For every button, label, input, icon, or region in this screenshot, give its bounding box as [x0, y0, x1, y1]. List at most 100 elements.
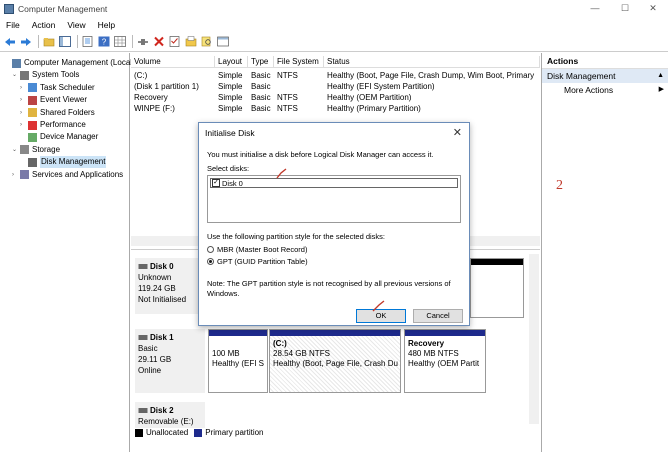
menu-view[interactable]: View [61, 20, 91, 30]
help-icon[interactable]: ? [97, 35, 110, 48]
disk-2-label[interactable]: Disk 2 Removable (E:) [135, 402, 205, 428]
tree-expander-icon[interactable]: › [20, 107, 28, 119]
partition-recovery[interactable]: Recovery 480 MB NTFS Healthy (OEM Partit [404, 329, 486, 393]
disk-1-label[interactable]: Disk 1 Basic 29.11 GB Online [135, 329, 205, 393]
disk-0-unallocated[interactable] [470, 258, 524, 318]
column-header-status[interactable]: Status [324, 56, 540, 68]
primary-partition-bar [405, 330, 485, 336]
disk-0-label[interactable]: Disk 0 Unknown 119.24 GB Not Initialised [135, 258, 205, 314]
disk-icon [138, 335, 148, 340]
volume-row[interactable]: Recovery Simple Basic NTFS Healthy (OEM Part… [131, 92, 540, 103]
properties-icon[interactable] [81, 35, 94, 48]
disk-view-vertical-scrollbar[interactable] [529, 254, 539, 424]
legend-unallocated: Unallocated [146, 428, 189, 437]
tree-expander-icon[interactable]: › [20, 94, 28, 106]
computer-management-icon [4, 3, 14, 14]
file-system-cell: NTFS [277, 104, 298, 113]
tree-expander-icon[interactable]: › [20, 119, 28, 131]
view-icon[interactable] [216, 35, 229, 48]
menu-help[interactable]: Help [92, 20, 121, 30]
tree-item-label: System Tools [32, 70, 80, 80]
more-actions[interactable]: More Actions ▶ [542, 83, 668, 97]
dialog-title-bar: Initialise Disk ✕ [199, 123, 469, 143]
submenu-arrow-icon: ▶ [658, 86, 664, 93]
legend-primary: Primary partition [205, 428, 264, 437]
disk-list-item-label: Disk 0 [222, 178, 243, 188]
dialog-close-icon[interactable]: ✕ [453, 123, 462, 143]
column-header-file-system[interactable]: File System [274, 56, 324, 68]
menu-file[interactable]: File [0, 20, 26, 30]
disk-1-name: Disk 1 [150, 333, 174, 342]
tree-item[interactable]: › Performance [20, 119, 86, 131]
primary-partition-bar [209, 330, 267, 336]
column-header-type[interactable]: Type [248, 56, 274, 68]
disk-0-checkbox[interactable]: ✓ [212, 179, 220, 187]
more-actions-label: More Actions [564, 85, 614, 95]
disk-list-item[interactable]: ✓ Disk 0 [210, 178, 458, 188]
tree-item-label: Services and Applications [32, 169, 124, 179]
up-folder-icon[interactable] [42, 35, 55, 48]
tree-item[interactable]: Computer Management (Local) [4, 57, 135, 69]
tree-item[interactable]: Device Manager [20, 131, 98, 143]
disk-list[interactable]: ✓ Disk 0 [207, 175, 461, 223]
volume-row[interactable]: (Disk 1 partition 1) Simple Basic Healthy (… [131, 81, 540, 92]
toolbar-separator [132, 35, 133, 48]
checklist-icon[interactable] [168, 35, 181, 48]
forward-arrow-icon[interactable] [19, 35, 32, 48]
partition-efi[interactable]: 100 MB Healthy (EFI S [208, 329, 268, 393]
volume-cell: Recovery [134, 93, 168, 102]
toolbar-separator [38, 35, 39, 48]
tree-item[interactable]: › Task Scheduler [20, 82, 95, 94]
mbr-radio[interactable] [207, 246, 214, 253]
grid-view-icon[interactable] [113, 35, 126, 48]
tree-item-label: Task Scheduler [40, 82, 95, 92]
tree-item[interactable]: › Shared Folders [20, 107, 95, 119]
tree-expander-icon[interactable]: › [12, 169, 20, 181]
layout-cell: Simple [218, 93, 243, 102]
minimize-button[interactable]: — [580, 0, 610, 17]
menu-action[interactable]: Action [26, 20, 62, 30]
maximize-button[interactable]: ☐ [610, 0, 640, 17]
layout-cell: Simple [218, 71, 243, 80]
column-header-volume[interactable]: Volume [131, 56, 215, 68]
gpt-option[interactable]: GPT (GUID Partition Table) [207, 257, 308, 266]
search-icon[interactable] [200, 35, 213, 48]
partition-efi-title [212, 339, 264, 349]
actions-section-disk-management[interactable]: Disk Management ▲ [542, 69, 668, 83]
device-icon [28, 132, 37, 142]
delete-icon[interactable] [152, 35, 165, 48]
back-arrow-icon[interactable] [3, 35, 16, 48]
gpt-radio[interactable] [207, 258, 214, 265]
connect-icon[interactable] [136, 35, 149, 48]
tree-item[interactable]: ⌄ System Tools [12, 69, 79, 81]
mbr-option[interactable]: MBR (Master Boot Record) [207, 245, 307, 254]
column-header-layout[interactable]: Layout [215, 56, 248, 68]
volume-row[interactable]: (C:) Simple Basic NTFS Healthy (Boot, Page F… [131, 70, 540, 81]
storage-icon [20, 145, 29, 155]
tree-item[interactable]: Disk Management [20, 156, 107, 169]
disk-1-type: Basic [138, 344, 158, 353]
tree-item[interactable]: ⌄ Storage [12, 144, 60, 156]
tools-icon [20, 70, 29, 80]
tree-expander-icon[interactable]: ⌄ [12, 144, 20, 156]
partition-c[interactable]: (C:) 28.54 GB NTFS Healthy (Boot, Page F… [269, 329, 401, 393]
annotation-check-mark [276, 168, 287, 179]
close-button[interactable]: ✕ [638, 0, 668, 17]
partition-recovery-size: 480 MB NTFS [408, 349, 459, 358]
disk-2-type: Removable (E:) [138, 417, 194, 426]
clock-icon [28, 83, 37, 93]
console-tree-icon[interactable] [58, 35, 71, 48]
cancel-button[interactable]: Cancel [413, 309, 463, 323]
tree-expander-icon[interactable]: › [20, 82, 28, 94]
tree-item[interactable]: › Services and Applications [12, 169, 123, 181]
volume-row[interactable]: WINPE (F:) Simple Basic NTFS Healthy (Primar… [131, 103, 540, 114]
folder-icon[interactable] [184, 35, 197, 48]
select-disks-label: Select disks: [207, 164, 250, 173]
event-icon [28, 95, 37, 105]
menu-bar: File Action View Help [0, 17, 668, 32]
tree-expander-icon[interactable]: ⌄ [12, 69, 20, 81]
type-cell: Basic [251, 71, 271, 80]
tree-item[interactable]: › Event Viewer [20, 94, 87, 106]
gpt-note-line-2: Windows. [207, 289, 240, 298]
partition-c-size: 28.54 GB NTFS [273, 349, 330, 358]
